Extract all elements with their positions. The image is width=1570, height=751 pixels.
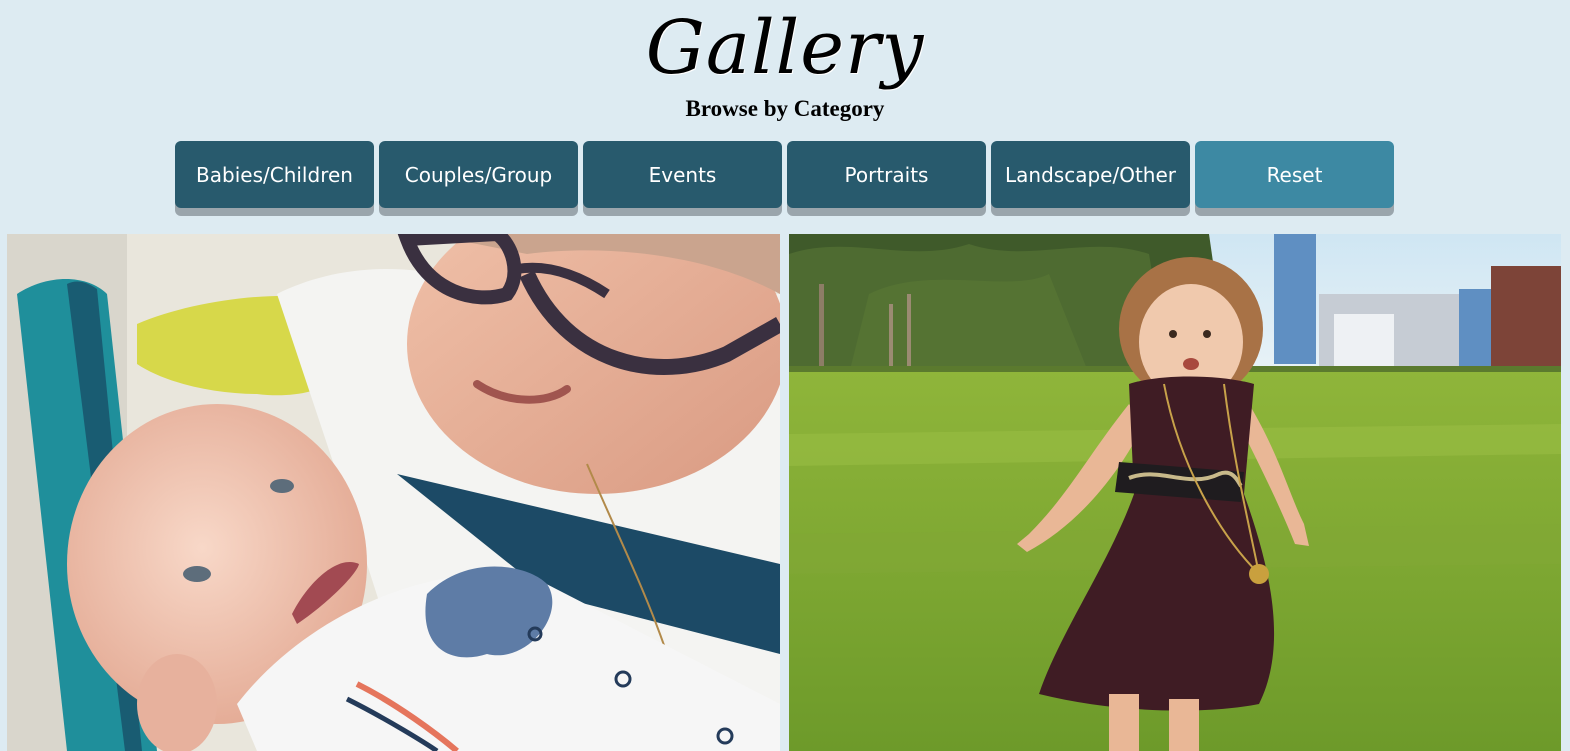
- category-button-landscape-other[interactable]: Landscape/Other: [991, 141, 1190, 208]
- category-button-couples-group[interactable]: Couples/Group: [379, 141, 578, 208]
- photo-gallery: [7, 234, 1561, 751]
- reset-button[interactable]: Reset: [1195, 141, 1394, 208]
- page-subtitle: Browse by Category: [685, 96, 885, 121]
- gallery-photo-girl-in-field[interactable]: [789, 234, 1561, 751]
- page-header: Gallery Browse by Category: [0, 0, 1570, 130]
- category-button-events[interactable]: Events: [583, 141, 782, 208]
- gallery-photo-mother-and-baby[interactable]: [7, 234, 780, 751]
- page-title: Gallery: [645, 5, 925, 91]
- category-button-portraits[interactable]: Portraits: [787, 141, 986, 208]
- category-button-babies-children[interactable]: Babies/Children: [175, 141, 374, 208]
- category-nav: Babies/Children Couples/Group Events Por…: [175, 141, 1394, 215]
